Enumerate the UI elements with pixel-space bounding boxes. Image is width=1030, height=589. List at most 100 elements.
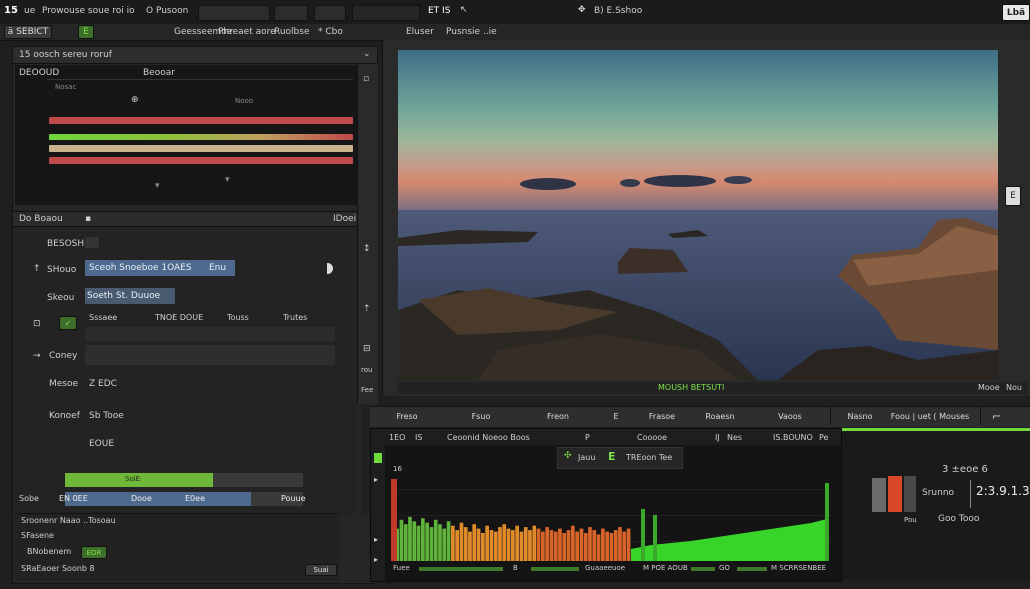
progress-bar-2[interactable]: EN 0EE Dooe E0ee Pouue — [59, 492, 306, 506]
scope-arrow-2[interactable]: ▸ — [374, 535, 378, 544]
green-mode-button[interactable]: E — [78, 25, 94, 39]
prop-label-6: Konoef — [49, 411, 80, 421]
toolbar-item-6[interactable]: Eluser — [406, 27, 434, 37]
scope-h-4: Cooooe — [637, 433, 668, 442]
track-marker-icon[interactable]: ▾ — [225, 175, 230, 185]
menu-item-ue[interactable]: ue — [24, 6, 35, 16]
tab-9[interactable]: Foou | uet ( Mouses — [880, 407, 981, 425]
red-track-1[interactable] — [49, 117, 353, 124]
footer-action-button[interactable]: Suai — [305, 564, 337, 576]
axis-label-0: Fuee — [393, 564, 410, 572]
scope-bar — [489, 530, 494, 561]
prop-small-field[interactable] — [85, 237, 99, 248]
prop-value-field-1[interactable]: Sceoh Snoeboe 1OAES Enu — [85, 260, 235, 276]
axis-label-1: B — [513, 564, 518, 572]
green-track[interactable] — [49, 134, 353, 140]
prop-value-1: Sceoh Snoeboe 1OAES — [89, 263, 192, 273]
viewer-image[interactable] — [398, 50, 998, 380]
strip-icon-1[interactable]: ▫ — [363, 74, 369, 84]
section-icon[interactable]: ▪ — [85, 214, 91, 224]
menu-field-4[interactable] — [352, 5, 420, 21]
scope-bar — [446, 521, 451, 561]
scope-bar — [416, 525, 421, 561]
tab-4[interactable]: E — [598, 407, 635, 425]
scope-bar — [605, 531, 609, 561]
viewer-side-button[interactable]: E — [1005, 186, 1021, 206]
red-track-2[interactable] — [49, 157, 353, 164]
tab-8[interactable]: Nasno — [840, 407, 881, 425]
meter-bar-dark — [904, 476, 916, 512]
strip-icon-3[interactable]: ⇡ — [363, 304, 371, 314]
axis-label-4: GO — [719, 564, 730, 572]
menu-center-label[interactable]: ET IŠ — [428, 6, 450, 16]
green-checkbox[interactable]: ✓ — [59, 316, 77, 330]
scope-arrow-3[interactable]: ▸ — [374, 555, 378, 564]
progress-2-label: Sobe — [19, 494, 39, 503]
tab-2[interactable]: Fsuo — [444, 407, 519, 425]
playhead-icon[interactable]: ⊕ — [131, 95, 139, 105]
toolbar-item-4[interactable]: Ruolbse — [274, 27, 310, 37]
progress-2-left: EN 0EE — [59, 494, 88, 503]
app-logo[interactable]: 15 — [4, 5, 18, 16]
lock-icon[interactable]: ⊡ — [33, 319, 41, 329]
prop-col-1: TNOE DOUE — [155, 313, 204, 322]
tab-1-label: Freso — [396, 411, 418, 421]
beige-track[interactable] — [49, 145, 353, 152]
viewer-panel: MOUSH BETSUTI Mooe Nou E — [382, 40, 1030, 396]
toolbar-item-3[interactable]: Phreaet aore — [218, 27, 276, 37]
scope-bar — [463, 527, 468, 561]
track-marker-icon-2[interactable]: ▾ — [155, 181, 160, 191]
axis-label-3: M POE AOUB — [643, 564, 688, 572]
tab-7[interactable]: Vaoos — [750, 407, 831, 425]
scope-spike — [825, 483, 829, 561]
scope-bar — [502, 524, 507, 561]
prop-value-2: Soeth St. Duuoe — [87, 291, 161, 301]
tab-menu-icon[interactable]: ⌐ — [992, 410, 1001, 423]
ruler-label-2: Nooo — [235, 97, 254, 105]
tab-5-label: Frasoe — [648, 411, 676, 421]
menu-item-project[interactable]: Prowouse soue roi iors — [42, 6, 134, 16]
prop-label-1: SHouo — [47, 265, 77, 275]
scope-green-indicator[interactable] — [374, 453, 382, 463]
menu-right-label[interactable]: B) E.Sshoo — [594, 6, 642, 16]
strip-icon-2[interactable]: ↕ — [363, 244, 371, 254]
prop-value-field-2[interactable]: Soeth St. Duuoe — [85, 288, 175, 304]
tab-3[interactable]: Freon — [518, 407, 599, 425]
menu-field-3[interactable] — [314, 5, 346, 21]
tool-pointer-icon[interactable]: ↖ — [460, 5, 468, 15]
scope-arrow-1[interactable]: ▸ — [374, 475, 378, 484]
section-label: Do Boaou — [19, 214, 63, 224]
corner-button[interactable]: Lbä — [1002, 4, 1030, 21]
prop-value-6: Sb Tooe — [89, 411, 124, 421]
progress-bar-1[interactable]: SoiE — [65, 473, 303, 487]
prop-toggle[interactable] — [327, 263, 333, 274]
tab-1[interactable]: Freso — [370, 407, 445, 425]
timeline-area[interactable]: DEOOUD Beooar Nosac Nooo ⊕ ▾ ▾ — [15, 65, 357, 205]
footer-green-button[interactable]: EOR — [81, 546, 107, 559]
overlay-right: TREoon Tee — [626, 453, 673, 462]
select-button[interactable]: ä SEBICT — [4, 25, 52, 39]
timeline-ruler — [47, 79, 353, 80]
scope-overlay[interactable]: ✣ Jauu E TREoon Tee — [557, 447, 683, 469]
scope-bar — [609, 533, 614, 561]
strip-icon-4[interactable]: ⊟ — [363, 344, 371, 354]
tool-move-icon[interactable]: ✥ — [578, 5, 586, 15]
tab-6[interactable]: Roaesn — [690, 407, 751, 425]
scope-bar — [476, 528, 481, 561]
strip-label-1: rou — [361, 366, 373, 374]
panel-menu-icon[interactable]: ⌄ — [363, 49, 371, 59]
left-footer: Sroonenr Naao ..Tosoau SFasene BNobenem … — [15, 513, 339, 580]
menu-field-2[interactable] — [274, 5, 308, 21]
strip-label-2: Fee — [361, 386, 374, 394]
scope-bar — [583, 533, 588, 561]
menu-item-pusoon[interactable]: Ö Pusoon — [146, 6, 188, 16]
scope-spike — [641, 509, 645, 561]
tab-5[interactable]: Frasoe — [634, 407, 691, 425]
menu-field-1[interactable] — [198, 5, 270, 21]
toolbar-item-5[interactable]: * Cbo — [318, 27, 343, 37]
scope-bar — [541, 531, 545, 561]
prop-row-field[interactable] — [85, 327, 335, 341]
scope-bar — [485, 525, 489, 561]
prop-field-4[interactable] — [85, 345, 335, 365]
toolbar-item-7[interactable]: Pusnsie ..ie — [446, 27, 497, 37]
